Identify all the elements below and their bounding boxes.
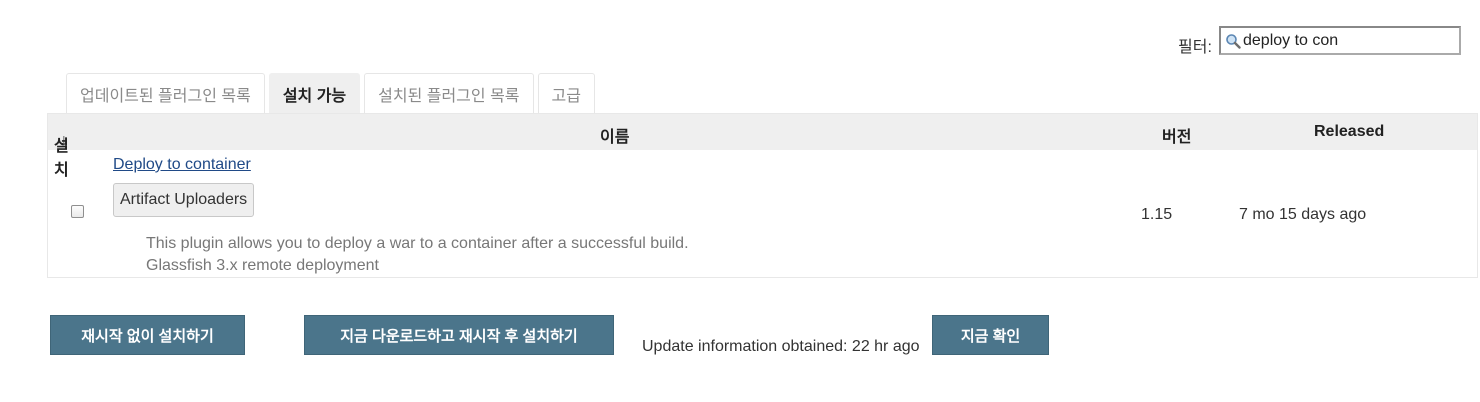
sort-down-icon: ↓ — [60, 132, 68, 149]
download-and-install-after-restart-button[interactable]: 지금 다운로드하고 재시작 후 설치하기 — [304, 315, 614, 355]
plugin-released: 7 mo 15 days ago — [1239, 206, 1367, 223]
tab-installed[interactable]: 설치된 플러그인 목록 — [364, 73, 534, 113]
category-tag-button[interactable]: Artifact Uploaders — [113, 183, 255, 217]
tab-available[interactable]: 설치 가능 — [268, 73, 361, 113]
plugin-description: This plugin allows you to deploy a war t… — [146, 233, 689, 277]
filter-text[interactable] — [1243, 31, 1453, 50]
tab-updates[interactable]: 업데이트된 플러그인 목록 — [66, 73, 265, 113]
version-column-header[interactable]: 버전 — [1162, 123, 1191, 147]
plugin-version: 1.15 — [1141, 206, 1173, 223]
plugin-name-link[interactable]: Deploy to container — [113, 156, 251, 174]
update-info-text: Update information obtained: 22 hr ago — [642, 338, 920, 355]
search-icon — [1225, 33, 1241, 49]
tab-advanced[interactable]: 고급 — [537, 73, 595, 113]
name-column-header[interactable]: 이름 — [600, 123, 629, 147]
plugin-tabs: 업데이트된 플러그인 목록 설치 가능 설치된 플러그인 목록 고급 — [66, 73, 595, 113]
description-line: This plugin allows you to deploy a war t… — [146, 235, 689, 252]
table-row: Deploy to container Artifact Uploaders T… — [48, 150, 1477, 278]
released-column-header[interactable]: Released — [1314, 123, 1384, 141]
plugin-table: 설치 ↓ 이름 버전 Released Deploy to container A… — [47, 113, 1478, 278]
check-now-button[interactable]: 지금 확인 — [932, 315, 1049, 355]
description-line: Glassfish 3.x remote deployment — [146, 257, 379, 274]
table-header: 설치 ↓ 이름 버전 Released — [48, 114, 1477, 179]
install-checkbox[interactable] — [71, 205, 84, 218]
install-without-restart-button[interactable]: 재시작 없이 설치하기 — [50, 315, 245, 355]
filter-label: 필터: — [1178, 39, 1212, 56]
filter-input[interactable] — [1219, 26, 1461, 55]
